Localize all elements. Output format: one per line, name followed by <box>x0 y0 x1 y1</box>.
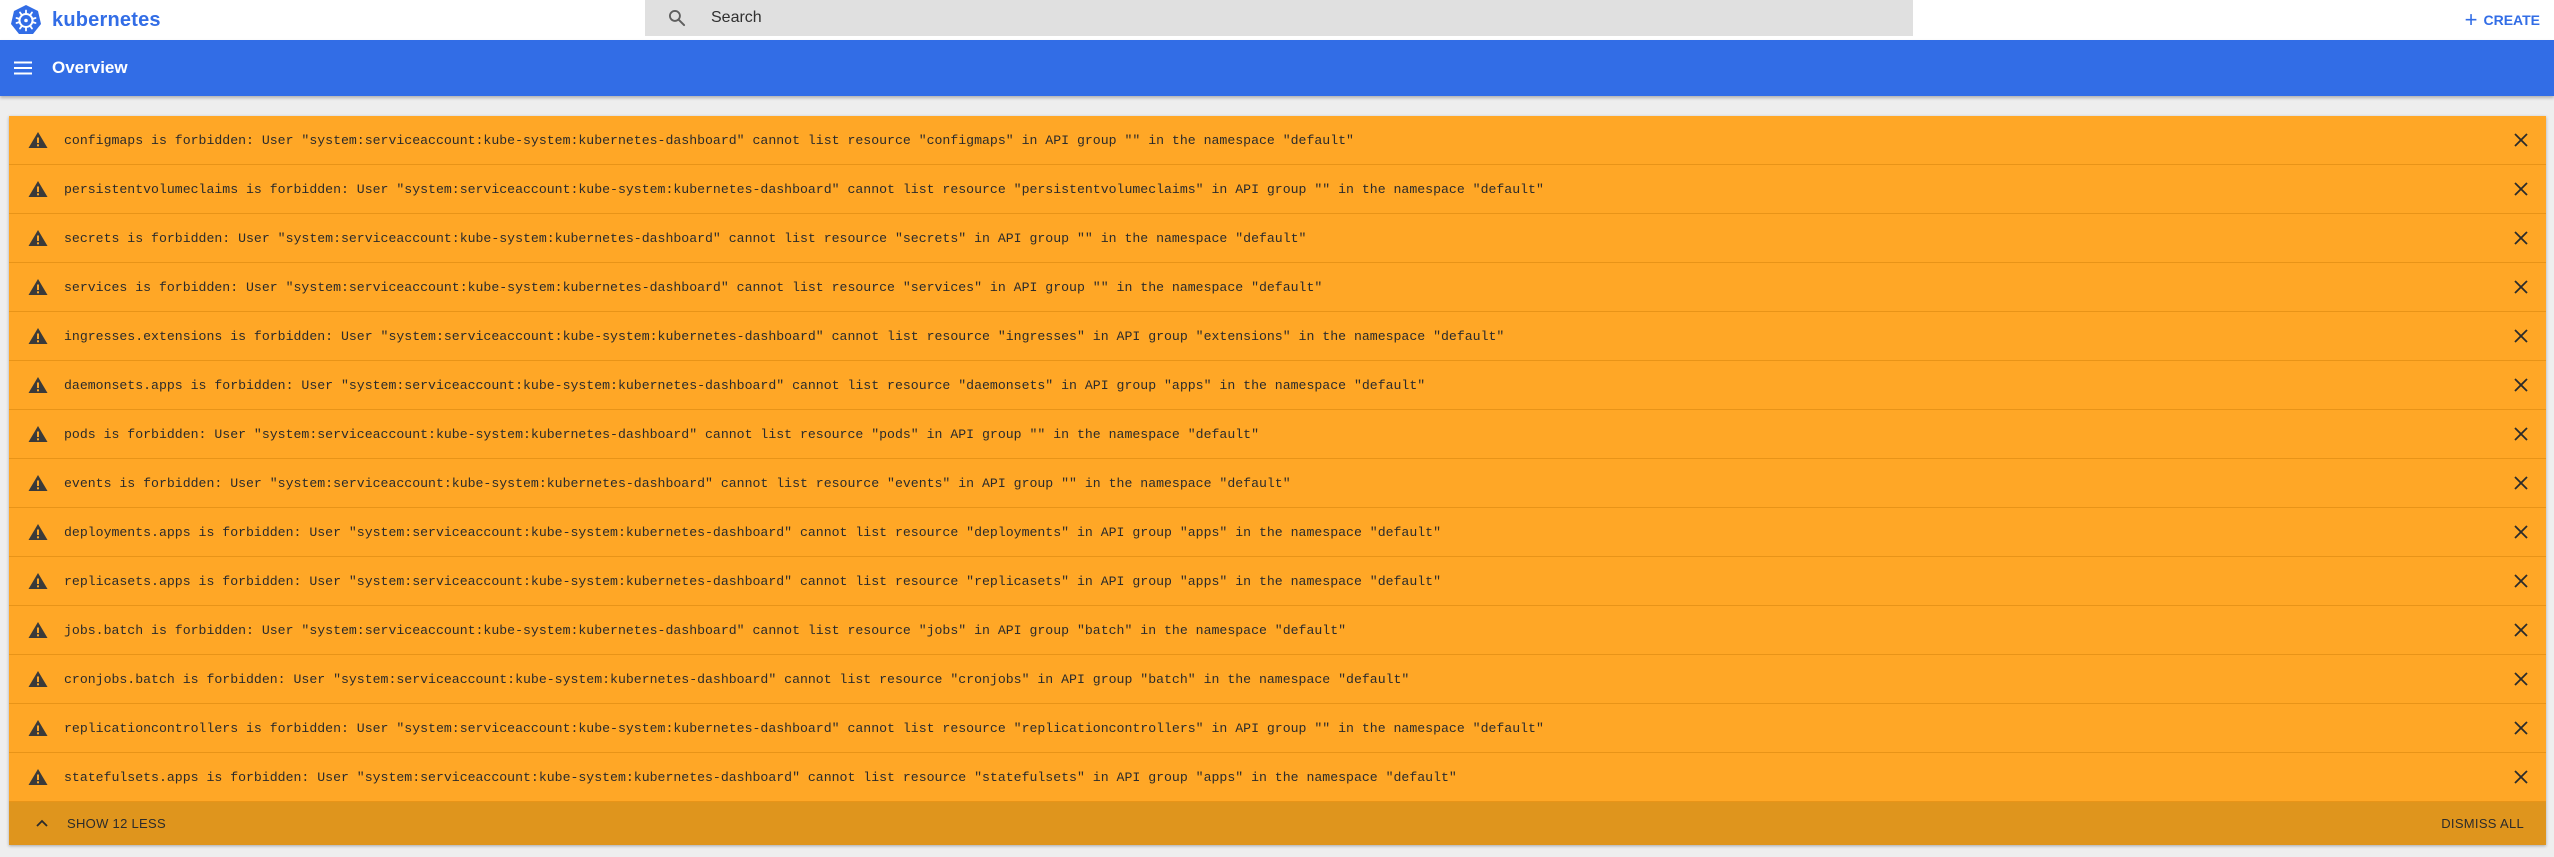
plus-icon: + <box>2464 7 2478 32</box>
warning-icon <box>27 325 49 347</box>
notification-item: secrets is forbidden: User "system:servi… <box>9 214 2546 263</box>
notification-item: daemonsets.apps is forbidden: User "syst… <box>9 361 2546 410</box>
notification-item: statefulsets.apps is forbidden: User "sy… <box>9 753 2546 802</box>
notification-message: replicasets.apps is forbidden: User "sys… <box>64 573 1441 589</box>
close-icon[interactable] <box>2508 274 2534 300</box>
close-icon[interactable] <box>2508 568 2534 594</box>
notification-item: services is forbidden: User "system:serv… <box>9 263 2546 312</box>
notification-message: daemonsets.apps is forbidden: User "syst… <box>64 377 1426 393</box>
notification-item: replicationcontrollers is forbidden: Use… <box>9 704 2546 753</box>
brand[interactable]: kubernetes <box>10 0 161 40</box>
notification-item: events is forbidden: User "system:servic… <box>9 459 2546 508</box>
notification-item: cronjobs.batch is forbidden: User "syste… <box>9 655 2546 704</box>
close-icon[interactable] <box>2508 470 2534 496</box>
hamburger-menu-icon[interactable] <box>11 56 35 80</box>
notification-message: deployments.apps is forbidden: User "sys… <box>64 524 1441 540</box>
search-icon <box>665 6 689 30</box>
notifications-panel: configmaps is forbidden: User "system:se… <box>9 116 2546 845</box>
warning-icon <box>27 227 49 249</box>
notification-message: services is forbidden: User "system:serv… <box>64 279 1323 295</box>
brand-name: kubernetes <box>52 8 161 31</box>
warning-icon <box>27 619 49 641</box>
page-title: Overview <box>52 58 128 77</box>
warning-icon <box>27 717 49 739</box>
show-less-button[interactable]: SHOW 12 LESS <box>35 815 166 833</box>
notification-item: ingresses.extensions is forbidden: User … <box>9 312 2546 361</box>
notification-message: secrets is forbidden: User "system:servi… <box>64 230 1307 246</box>
notification-message: replicationcontrollers is forbidden: Use… <box>64 720 1544 736</box>
notification-item: jobs.batch is forbidden: User "system:se… <box>9 606 2546 655</box>
notification-message: configmaps is forbidden: User "system:se… <box>64 132 1354 148</box>
close-icon[interactable] <box>2508 519 2534 545</box>
close-icon[interactable] <box>2508 225 2534 251</box>
close-icon[interactable] <box>2508 323 2534 349</box>
notification-message: events is forbidden: User "system:servic… <box>64 475 1291 491</box>
close-icon[interactable] <box>2508 127 2534 153</box>
notification-message: ingresses.extensions is forbidden: User … <box>64 328 1505 344</box>
notification-item: configmaps is forbidden: User "system:se… <box>9 116 2546 165</box>
create-button[interactable]: + CREATE <box>2465 4 2540 36</box>
notification-item: replicasets.apps is forbidden: User "sys… <box>9 557 2546 606</box>
top-bar: kubernetes + CREATE <box>0 0 2554 40</box>
close-icon[interactable] <box>2508 666 2534 692</box>
notification-message: pods is forbidden: User "system:servicea… <box>64 426 1259 442</box>
warning-icon <box>27 374 49 396</box>
create-button-label: CREATE <box>2483 12 2540 28</box>
close-icon[interactable] <box>2508 372 2534 398</box>
page-toolbar: Overview <box>0 40 2554 96</box>
warning-icon <box>27 472 49 494</box>
dismiss-all-button[interactable]: DISMISS ALL <box>2441 816 2524 831</box>
close-icon[interactable] <box>2508 421 2534 447</box>
notification-item: pods is forbidden: User "system:servicea… <box>9 410 2546 459</box>
close-icon[interactable] <box>2508 764 2534 790</box>
notification-item: deployments.apps is forbidden: User "sys… <box>9 508 2546 557</box>
notification-list: configmaps is forbidden: User "system:se… <box>9 116 2546 802</box>
search-input[interactable] <box>709 8 1809 28</box>
warning-icon <box>27 766 49 788</box>
warning-icon <box>27 129 49 151</box>
warning-icon <box>27 570 49 592</box>
show-less-label: SHOW 12 LESS <box>67 816 166 831</box>
notification-message: cronjobs.batch is forbidden: User "syste… <box>64 671 1410 687</box>
notifications-footer: SHOW 12 LESS DISMISS ALL <box>9 802 2546 845</box>
close-icon[interactable] <box>2508 617 2534 643</box>
warning-icon <box>27 521 49 543</box>
close-icon[interactable] <box>2508 176 2534 202</box>
search-bar[interactable] <box>645 0 1913 36</box>
notification-item: persistentvolumeclaims is forbidden: Use… <box>9 165 2546 214</box>
notification-message: statefulsets.apps is forbidden: User "sy… <box>64 769 1457 785</box>
warning-icon <box>27 668 49 690</box>
warning-icon <box>27 276 49 298</box>
kubernetes-logo-icon <box>10 4 42 36</box>
notification-message: jobs.batch is forbidden: User "system:se… <box>64 622 1347 638</box>
warning-icon <box>27 423 49 445</box>
warning-icon <box>27 178 49 200</box>
notification-message: persistentvolumeclaims is forbidden: Use… <box>64 181 1544 197</box>
chevron-up-icon <box>35 815 49 833</box>
close-icon[interactable] <box>2508 715 2534 741</box>
